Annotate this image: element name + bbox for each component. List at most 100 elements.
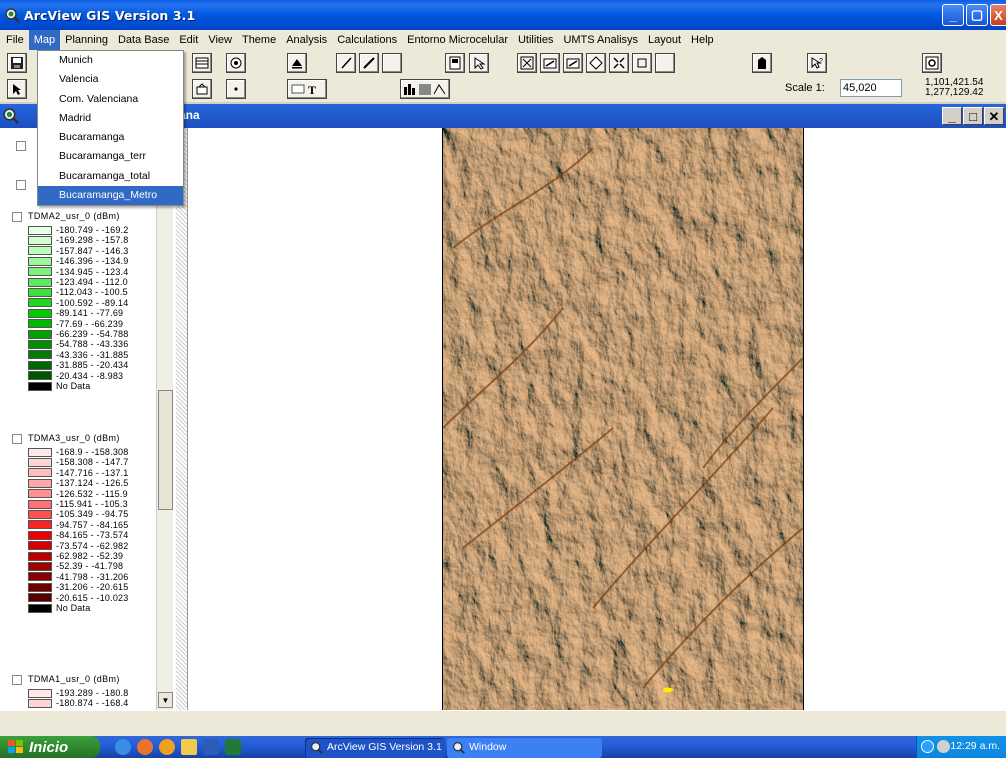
close-button[interactable]: X xyxy=(990,4,1006,26)
system-tray: 12:29 a.m. xyxy=(916,736,1006,758)
view-maximize-button[interactable]: □ xyxy=(963,107,983,125)
legend-label: -193.289 - -180.8 xyxy=(56,688,129,698)
media-player-icon[interactable] xyxy=(159,739,175,755)
legend-row: -169.298 - -157.8 xyxy=(28,235,128,245)
menu-entorno-microcelular[interactable]: Entorno Microcelular xyxy=(402,30,513,50)
line-tool-button[interactable] xyxy=(336,53,356,73)
legend-swatch xyxy=(28,530,52,540)
draw-polyline-button[interactable] xyxy=(359,53,379,73)
map-menu-item[interactable]: Bucaramanga_total xyxy=(38,167,183,186)
legend-swatch xyxy=(28,256,52,266)
theme-checkbox[interactable] xyxy=(16,141,26,151)
maximize-button[interactable]: ▢ xyxy=(966,4,988,26)
save-project-button[interactable] xyxy=(7,53,27,73)
measure-tool-button[interactable] xyxy=(192,79,212,99)
layout-button[interactable] xyxy=(445,53,465,73)
firefox-icon[interactable] xyxy=(137,739,153,755)
theme-checkbox[interactable] xyxy=(16,180,26,190)
map-menu-item[interactable]: Madrid xyxy=(38,109,183,128)
menu-calculations[interactable]: Calculations xyxy=(332,30,402,50)
zoom-selected-button[interactable] xyxy=(563,53,583,73)
menu-layout[interactable]: Layout xyxy=(643,30,686,50)
blank-view-button[interactable] xyxy=(655,53,675,73)
scroll-down-arrow-icon[interactable]: ▼ xyxy=(158,692,173,708)
start-button[interactable]: Inicio xyxy=(0,736,100,758)
draw-line-icon xyxy=(341,57,352,69)
theme-checkbox[interactable] xyxy=(12,675,22,685)
view-minimize-button[interactable]: _ xyxy=(942,107,962,125)
menu-planning[interactable]: Planning xyxy=(60,30,113,50)
menu-theme[interactable]: Theme xyxy=(237,30,281,50)
open-theme-table-button[interactable] xyxy=(192,53,212,73)
map-menu-item[interactable]: Com. Valenciana xyxy=(38,90,183,109)
excel-icon[interactable] xyxy=(225,739,241,755)
text-tool-button[interactable]: T xyxy=(287,79,327,99)
select-graphics-button[interactable] xyxy=(469,53,489,73)
legend-row: -54.788 - -43.336 xyxy=(28,339,128,349)
zoom-selected-icon xyxy=(566,58,580,69)
map-view[interactable] xyxy=(188,128,1006,710)
zoom-out-button[interactable] xyxy=(609,53,629,73)
zoom-extent-button[interactable] xyxy=(517,53,537,73)
scale-input[interactable]: 45,020 xyxy=(840,79,902,97)
view-icon xyxy=(3,108,19,124)
toc-scroll-thumb[interactable] xyxy=(158,390,173,510)
theme-checkbox[interactable] xyxy=(12,434,22,444)
ie-icon[interactable] xyxy=(115,739,131,755)
print-button[interactable] xyxy=(752,53,772,73)
zoom-themes-button[interactable] xyxy=(540,53,560,73)
pointer-tool-button[interactable] xyxy=(7,79,27,99)
menu-edit[interactable]: Edit xyxy=(174,30,203,50)
promote-button[interactable] xyxy=(287,53,307,73)
map-menu-item[interactable]: Bucaramanga xyxy=(38,128,183,147)
minimize-button[interactable]: _ xyxy=(942,4,964,26)
legend-swatch xyxy=(28,277,52,287)
toc-resize-hatch xyxy=(176,128,187,710)
map-menu-item[interactable]: Munich xyxy=(38,51,183,70)
legend-label: -73.574 - -62.982 xyxy=(56,540,129,551)
map-menu-item[interactable]: Valencia xyxy=(38,70,183,89)
toc-scrollbar[interactable]: ▼ xyxy=(156,128,173,710)
legend-swatch xyxy=(28,350,52,360)
menu-view[interactable]: View xyxy=(203,30,237,50)
status-bar xyxy=(0,710,1006,736)
menu-file[interactable]: File xyxy=(1,30,29,50)
point-tool-button[interactable] xyxy=(226,79,246,99)
menu-help[interactable]: Help xyxy=(686,30,719,50)
legend-label: -134.945 - -123.4 xyxy=(56,266,129,277)
theme-name: TDMA2_usr_0 (dBm) xyxy=(28,211,120,221)
legend-label: -31.206 - -20.615 xyxy=(56,582,129,593)
dot-icon xyxy=(234,87,238,91)
menu-analysis[interactable]: Analysis xyxy=(281,30,332,50)
blank-tool-button[interactable] xyxy=(382,53,402,73)
network-icon[interactable] xyxy=(937,740,950,753)
folder-icon[interactable] xyxy=(181,739,197,755)
legend-swatch xyxy=(28,360,52,370)
zoom-previous-button[interactable] xyxy=(632,53,652,73)
theme-checkbox[interactable] xyxy=(12,212,22,222)
legend-swatch xyxy=(28,688,52,698)
menu-umts-analisys[interactable]: UMTS Analisys xyxy=(558,30,643,50)
theme-name: TDMA3_usr_0 (dBm) xyxy=(28,433,120,443)
map-menu-item[interactable]: Bucaramanga_Metro xyxy=(38,186,183,206)
menu-map[interactable]: Map xyxy=(28,30,61,50)
chart-tools-button[interactable] xyxy=(400,79,450,99)
menu-data-base[interactable]: Data Base xyxy=(113,30,174,50)
legend-swatch xyxy=(28,582,52,592)
task-arcview[interactable]: ArcView GIS Version 3.1 xyxy=(305,738,445,758)
back-arrow-icon[interactable] xyxy=(921,740,934,753)
legend-row: -157.847 - -146.3 xyxy=(28,246,128,256)
polyline-icon xyxy=(363,57,375,69)
locate-button[interactable] xyxy=(226,53,246,73)
word-icon[interactable] xyxy=(203,739,219,755)
view-close-button[interactable]: ✕ xyxy=(984,107,1004,125)
task-window[interactable]: Window xyxy=(447,738,602,758)
terrain-hillshade-raster[interactable] xyxy=(442,128,804,710)
menu-utilities[interactable]: Utilities xyxy=(513,30,558,50)
legend-label: -158.308 - -147.7 xyxy=(56,457,129,468)
map-menu-item[interactable]: Bucaramanga_terr xyxy=(38,147,183,166)
help-button[interactable]: ? xyxy=(807,53,827,73)
extension-button[interactable] xyxy=(922,53,942,73)
legend-row: -158.308 - -147.7 xyxy=(28,457,128,467)
zoom-in-button[interactable] xyxy=(586,53,606,73)
